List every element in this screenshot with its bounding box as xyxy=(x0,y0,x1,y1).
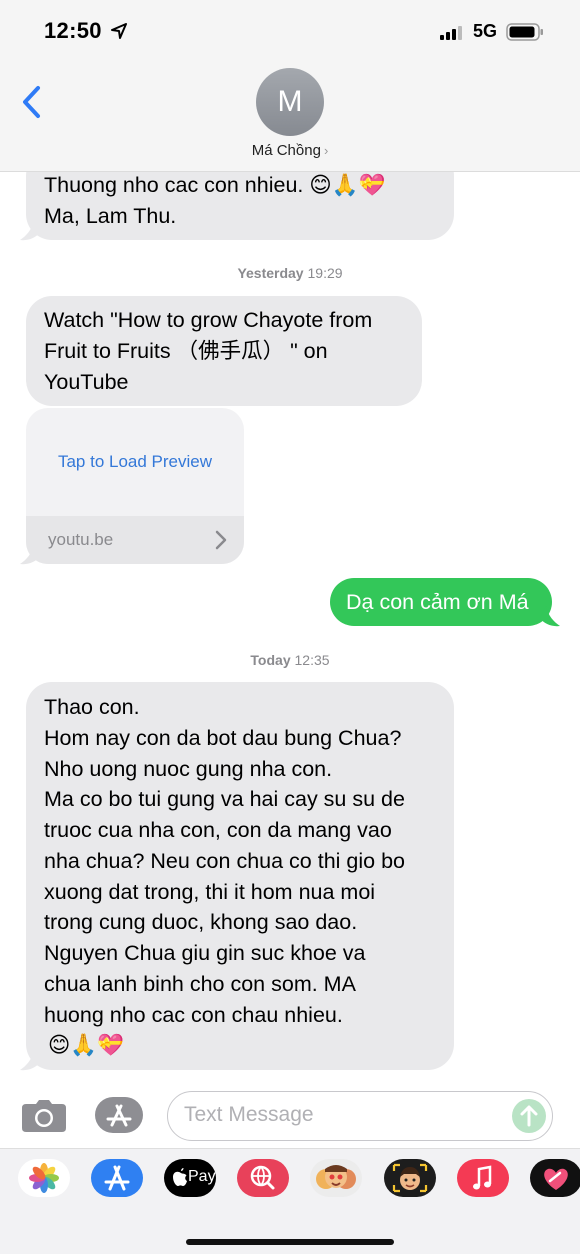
message-text: Hom nay con da bot dau bung Chua? xyxy=(44,726,402,750)
timestamp: Yesterday 19:29 xyxy=(237,265,343,281)
search-images-app-icon[interactable] xyxy=(237,1159,289,1197)
back-chevron-icon[interactable] xyxy=(18,82,44,122)
bubble-tail xyxy=(20,1050,40,1071)
chevron-right-icon xyxy=(215,530,227,550)
status-bar: 12:50 5G xyxy=(0,0,580,62)
message-text: truoc cua nha con, con da mang vao xyxy=(44,818,392,842)
globe-search-icon xyxy=(250,1165,275,1190)
contact-avatar[interactable]: M xyxy=(256,68,324,136)
message-text: Nho uong nuoc gung nha con. xyxy=(44,757,333,781)
message-text: Fruit to Fruits （佛手瓜） " on xyxy=(44,339,328,363)
message-text-field[interactable] xyxy=(167,1091,553,1141)
app-store-button[interactable] xyxy=(95,1097,143,1133)
imessage-app-drawer: Pay xyxy=(0,1148,580,1254)
location-arrow-icon xyxy=(111,23,127,39)
apple-pay-app-icon[interactable]: Pay xyxy=(164,1159,216,1197)
chevron-right-icon: › xyxy=(323,143,329,158)
compose-bar xyxy=(0,1082,580,1148)
message-text: Dạ con cảm ơn Má xyxy=(346,590,529,614)
link-preview-body: Tap to Load Preview xyxy=(26,408,244,516)
message-text: Ma, Lam Thu. xyxy=(44,204,177,228)
music-app-icon[interactable] xyxy=(457,1159,509,1197)
conversation-header: M Má Chồng › xyxy=(0,62,580,172)
contact-name-button[interactable]: Má Chồng › xyxy=(0,142,580,159)
received-message-bubble[interactable]: Watch "How to grow Chayote from Fruit to… xyxy=(26,296,422,406)
message-text: chua lanh binh cho con som. MA xyxy=(44,972,356,996)
home-indicator xyxy=(186,1239,394,1245)
link-preview-card[interactable]: Tap to Load Preview youtu.be xyxy=(26,408,244,564)
message-text: huong nho cac con chau nhieu. xyxy=(44,1003,343,1027)
digital-touch-app-icon[interactable] xyxy=(530,1159,580,1197)
link-domain: youtu.be xyxy=(48,530,114,549)
memoji-stickers-app-icon[interactable] xyxy=(310,1159,362,1197)
message-text: Ma co bo tui gung va hai cay su su de xyxy=(44,787,405,811)
photos-app-icon[interactable] xyxy=(18,1159,70,1197)
apple-pay-label: Pay xyxy=(188,1168,216,1185)
message-text: nha chua? Neu con chua co thi gio bo xyxy=(44,849,405,873)
bubble-tail xyxy=(540,606,560,627)
contact-name: Má Chồng xyxy=(251,142,321,159)
app-store-glyph-icon xyxy=(104,1165,130,1191)
message-text: YouTube xyxy=(44,370,129,394)
app-store-icon xyxy=(106,1104,132,1127)
heart-touch-icon xyxy=(544,1168,568,1190)
message-emoji: 😊🙏💝 xyxy=(48,1033,124,1057)
message-text: Watch "How to grow Chayote from xyxy=(44,308,373,332)
memoji-face-icon xyxy=(392,1163,428,1193)
avatar-initial: M xyxy=(277,85,303,118)
message-text: Nguyen Chua giu gin suc khoe va xyxy=(44,941,366,965)
network-type: 5G xyxy=(473,21,498,41)
bubble-tail xyxy=(20,544,40,565)
app-store-app-icon[interactable] xyxy=(91,1159,143,1197)
timestamp: Today 12:35 xyxy=(250,652,330,668)
received-message-bubble[interactable]: Thao con. Hom nay con da bot dau bung Ch… xyxy=(26,682,454,1070)
message-text: Thuong nho cac con nhieu. 😊🙏💝 xyxy=(44,173,386,197)
music-note-icon xyxy=(473,1165,492,1190)
cellular-signal-icon xyxy=(440,26,462,40)
sent-message-bubble[interactable]: Dạ con cảm ơn Má xyxy=(330,578,552,626)
memoji-faces-icon xyxy=(316,1165,356,1189)
link-preview-footer: youtu.be xyxy=(26,516,244,564)
message-text: Thao con. xyxy=(44,695,140,719)
bubble-tail xyxy=(20,220,40,241)
send-button[interactable] xyxy=(512,1099,546,1133)
arrow-up-icon xyxy=(520,1105,538,1127)
photos-flower-icon xyxy=(29,1163,59,1193)
camera-icon[interactable] xyxy=(22,1100,66,1132)
message-input[interactable] xyxy=(184,1103,504,1127)
memoji-app-icon[interactable] xyxy=(384,1159,436,1197)
battery-icon xyxy=(506,23,543,41)
message-text: trong cung duoc, khong sao dao. xyxy=(44,910,358,934)
message-text: xuong dat trong, thi it hom nua moi xyxy=(44,880,376,904)
tap-to-load-preview-link[interactable]: Tap to Load Preview xyxy=(58,452,212,472)
status-time: 12:50 xyxy=(44,18,102,43)
